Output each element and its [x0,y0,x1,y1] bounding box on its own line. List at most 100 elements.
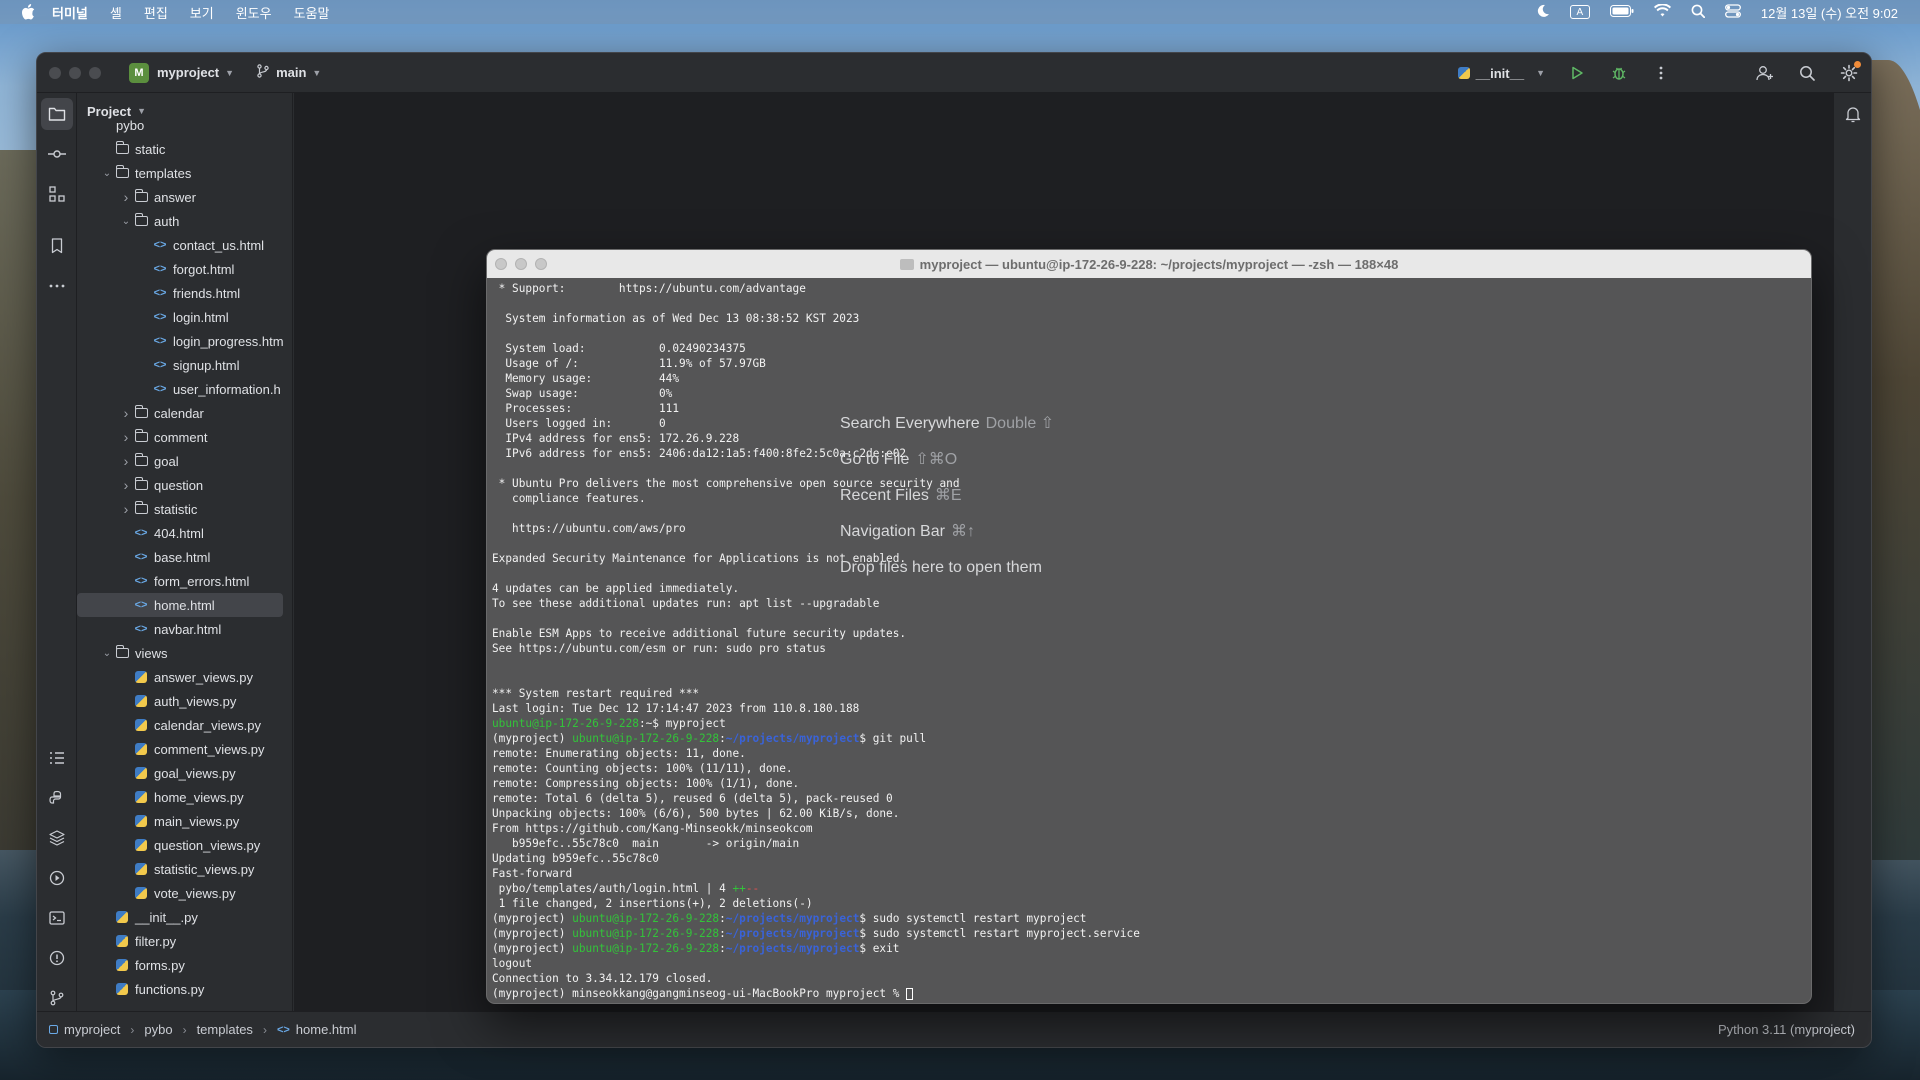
tree-file[interactable]: statistic_views.py [77,857,292,881]
tree-folder[interactable]: › goal [77,449,292,473]
tree-folder[interactable]: pybo [77,113,292,137]
chevron-right-icon[interactable]: › [119,501,133,517]
tree-file[interactable]: calendar_views.py [77,713,292,737]
terminal-minimize-button[interactable] [515,258,527,270]
tree-folder[interactable]: › comment [77,425,292,449]
python-interpreter-selector[interactable]: Python 3.11 (myproject) [1718,1022,1855,1037]
tree-file[interactable]: comment_views.py [77,737,292,761]
terminal-window[interactable]: myproject — ubuntu@ip-172-26-9-228: ~/pr… [486,249,1812,1004]
breadcrumb-item-pybo[interactable]: pybo [144,1022,172,1037]
breadcrumb-item-templates[interactable]: templates [197,1022,253,1037]
tree-file[interactable]: home_views.py [77,785,292,809]
tree-folder[interactable]: static [77,137,292,161]
run-icon[interactable] [1567,63,1587,83]
apple-menu-icon[interactable] [18,4,38,20]
moon-icon[interactable] [1536,4,1550,21]
notifications-bell-icon[interactable] [1843,104,1863,124]
project-badge[interactable]: M [129,62,149,83]
git-icon[interactable] [47,988,67,1008]
chevron-right-icon[interactable]: › [119,405,133,421]
zoom-window-button[interactable] [89,66,101,79]
chevron-down-icon[interactable]: ⌄ [100,168,114,179]
settings-gear-icon[interactable] [1839,61,1861,83]
python-console-icon[interactable] [47,788,67,808]
menubar-item-view[interactable]: 보기 [190,3,214,22]
minimize-window-button[interactable] [69,66,81,79]
tree-file[interactable]: <> contact_us.html [77,233,292,257]
tree-file[interactable]: <> signup.html [77,353,292,377]
project-selector[interactable]: myproject [157,65,219,80]
add-user-icon[interactable] [1755,63,1775,83]
vcs-branch-selector[interactable]: main ▼ [256,64,321,81]
wifi-icon[interactable] [1653,3,1671,20]
menubar-item-edit[interactable]: 편집 [144,3,168,22]
tree-file[interactable]: <> user_information.h [77,377,292,401]
tree-file[interactable]: main_views.py [77,809,292,833]
commit-icon[interactable] [47,144,67,164]
tree-folder[interactable]: ⌄ auth [77,209,292,233]
tree-file[interactable]: goal_views.py [77,761,292,785]
terminal-close-button[interactable] [495,258,507,270]
tree-file[interactable]: <> login_progress.htm [77,329,292,353]
todo-list-icon[interactable] [47,748,67,768]
tree-folder[interactable]: ⌄ templates [77,161,292,185]
battery-icon[interactable] [1609,4,1634,20]
terminal-titlebar[interactable]: myproject — ubuntu@ip-172-26-9-228: ~/pr… [487,250,1811,278]
structure-icon[interactable] [47,184,67,204]
chevron-right-icon[interactable]: › [119,189,133,205]
tree-file[interactable]: functions.py [77,977,292,1001]
tree-file[interactable]: <> login.html [77,305,292,329]
tree-file[interactable]: auth_views.py [77,689,292,713]
tree-folder[interactable]: › statistic [77,497,292,521]
tree-folder[interactable]: › question [77,473,292,497]
tree-file[interactable]: vote_views.py [77,881,292,905]
menubar-clock[interactable]: 12월 13일 (수) 오전 9:02 [1761,3,1898,22]
terminal-text: System load: 0.02490234375 [492,342,746,355]
services-icon[interactable] [47,868,67,888]
control-center-icon[interactable] [1724,3,1741,21]
breadcrumb-item-file[interactable]: home.html [296,1022,357,1037]
chevron-right-icon[interactable]: › [119,477,133,493]
tree-file[interactable]: <> form_errors.html [77,569,292,593]
tree-folder[interactable]: › calendar [77,401,292,425]
python-packages-icon[interactable] [47,828,67,848]
problems-icon[interactable] [47,948,67,968]
tree-folder[interactable]: › answer [77,185,292,209]
chevron-right-icon[interactable]: › [119,453,133,469]
tree-file[interactable]: <> friends.html [77,281,292,305]
terminal-output[interactable]: * Support: https://ubuntu.com/advantage … [487,278,1811,1003]
tree-file[interactable]: forms.py [77,953,292,977]
tree-file[interactable]: <> home.html [77,593,283,617]
tree-file[interactable]: <> forgot.html [77,257,292,281]
menubar-item-window[interactable]: 윈도우 [236,3,272,22]
run-configuration-selector[interactable]: __init__ ▼ [1457,66,1545,81]
chevron-down-icon[interactable]: ⌄ [100,648,114,659]
tree-file[interactable]: filter.py [77,929,292,953]
tree-file[interactable]: <> 404.html [77,521,292,545]
breadcrumb-item-project[interactable]: myproject [64,1022,120,1037]
spotlight-search-icon[interactable] [1691,4,1705,21]
search-icon[interactable] [1797,63,1817,83]
tree-file[interactable]: __init__.py [77,905,292,929]
chevron-down-icon[interactable]: ⌄ [119,216,133,227]
chevron-down-icon[interactable]: ▼ [225,68,234,78]
menubar-item-help[interactable]: 도움말 [294,3,330,22]
tree-file[interactable]: question_views.py [77,833,292,857]
chevron-right-icon[interactable]: › [119,429,133,445]
input-source-indicator[interactable]: A [1569,5,1590,19]
tree-file[interactable]: answer_views.py [77,665,292,689]
menubar-item-shell[interactable]: 셸 [110,3,122,22]
folder-shape [134,405,148,418]
close-window-button[interactable] [49,66,61,79]
terminal-icon[interactable] [47,908,67,928]
more-vertical-icon[interactable] [1651,63,1671,83]
project-folder-icon[interactable] [47,104,67,124]
tree-folder[interactable]: ⌄ views [77,641,292,665]
more-tools-icon[interactable] [47,276,67,296]
terminal-zoom-button[interactable] [535,258,547,270]
tree-file[interactable]: <> navbar.html [77,617,292,641]
tree-file[interactable]: <> base.html [77,545,292,569]
debug-icon[interactable] [1609,63,1629,83]
menubar-app-name[interactable]: 터미널 [52,3,88,22]
bookmarks-icon[interactable] [47,236,67,256]
